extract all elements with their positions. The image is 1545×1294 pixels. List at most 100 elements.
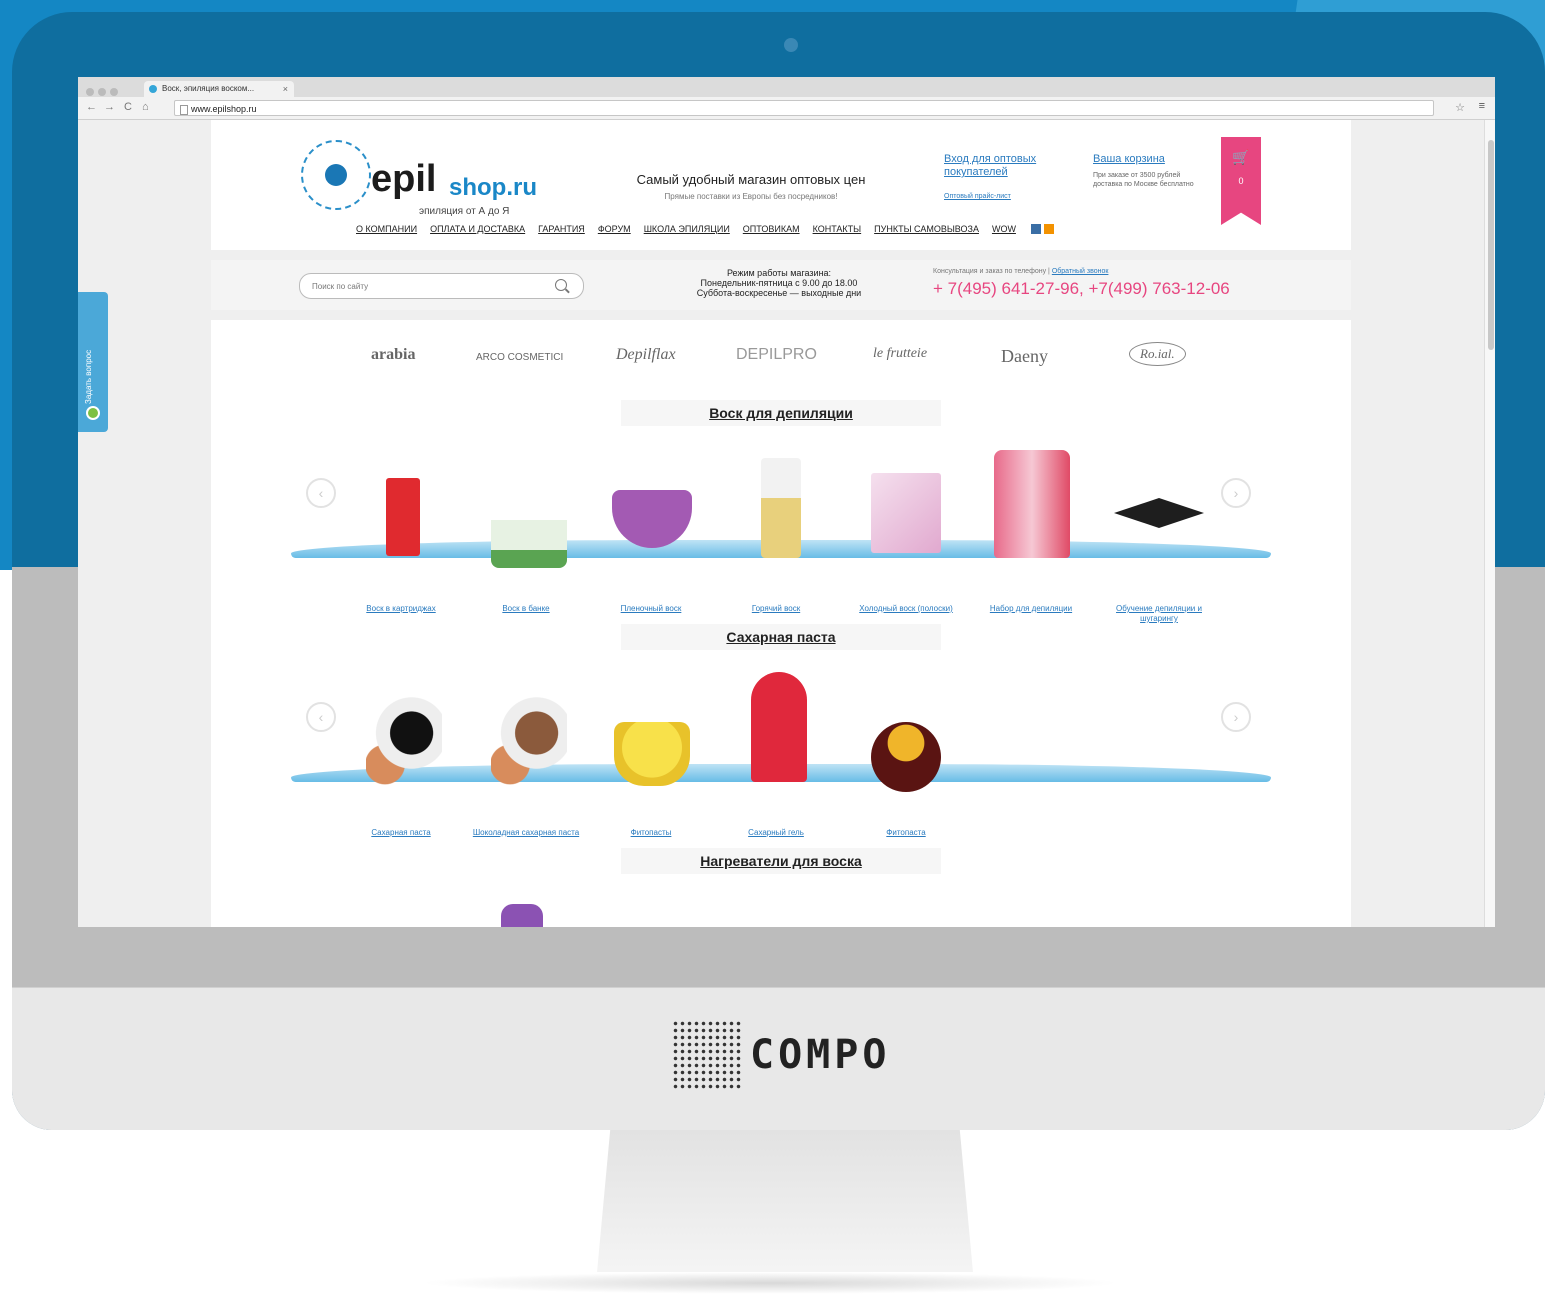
address-bar[interactable]: www.epilshop.ru (174, 100, 1434, 116)
browser-tab[interactable]: Воск, эпиляция воском... × (144, 81, 294, 97)
scroll-thumb[interactable] (1488, 140, 1494, 350)
prev-arrow-icon[interactable]: ‹ (306, 702, 336, 732)
brand-daeny[interactable]: Daeny (1001, 346, 1048, 367)
next-arrow-icon[interactable]: › (1221, 702, 1251, 732)
nav-wholesale[interactable]: ОПТОВИКАМ (743, 224, 800, 234)
product-image (366, 697, 442, 787)
brand-strip: arabia ARCO COSMETICI Depilflax DEPILPRO… (211, 320, 1351, 410)
home-button[interactable]: ⌂ (142, 101, 149, 113)
product-label[interactable]: Фитопасты (596, 828, 706, 838)
product-image (871, 722, 941, 792)
wholesale-price-link[interactable]: Оптовый прайс-лист (944, 193, 1074, 200)
search-icon[interactable] (555, 279, 567, 291)
callback-link[interactable]: Обратный звонок (1052, 268, 1109, 275)
nav-payment[interactable]: ОПЛАТА И ДОСТАВКА (430, 224, 525, 234)
product-image (871, 473, 941, 553)
main-nav: О КОМПАНИИ ОПЛАТА И ДОСТАВКА ГАРАНТИЯ ФО… (356, 224, 1256, 234)
site-header: epil shop.ru эпиляция от А до Я Самый уд… (211, 120, 1351, 250)
favicon-icon (149, 85, 157, 93)
brand-lefrutteie[interactable]: le frutteie (873, 346, 927, 362)
compo-logo: COMPO (672, 1020, 890, 1090)
reload-button[interactable]: C (124, 101, 132, 113)
working-hours: Режим работы магазина: Понедельник-пятни… (629, 268, 929, 298)
product-label[interactable]: Пленочный воск (596, 604, 706, 614)
logo-tagline: эпиляция от А до Я (419, 206, 510, 217)
wholesale-login-link[interactable]: Вход для оптовых покупателей (944, 153, 1074, 179)
product-label[interactable]: Сахарный гель (721, 828, 831, 838)
product-image (491, 697, 567, 787)
tab-title: Воск, эпиляция воском... (162, 84, 255, 93)
brand-depilpro[interactable]: DEPILPRO (736, 346, 817, 364)
hours-weekdays: Понедельник-пятница с 9.00 до 18.00 (700, 278, 858, 288)
logo-flower-icon (301, 140, 371, 210)
browser-menu-icon[interactable]: ≡ (1479, 100, 1485, 112)
product-image (761, 458, 801, 558)
page-scrollbar[interactable] (1484, 120, 1495, 927)
window-controls[interactable] (86, 83, 136, 96)
nav-about[interactable]: О КОМПАНИИ (356, 224, 417, 234)
nav-forum[interactable]: ФОРУМ (598, 224, 631, 234)
logo-domain-text: shop.ru (449, 174, 537, 201)
product-label[interactable]: Обучение депиляции и шугарингу (1104, 604, 1214, 624)
web-page: Задать вопрос epil shop.ru эпиляция от А… (78, 120, 1495, 927)
product-image (614, 722, 690, 786)
slogan: Самый удобный магазин оптовых цен Прямые… (611, 172, 891, 201)
close-tab-icon[interactable]: × (283, 81, 288, 97)
prev-arrow-icon[interactable]: ‹ (306, 478, 336, 508)
compo-logo-text: COMPO (750, 1032, 891, 1078)
forward-button[interactable]: → (104, 101, 115, 113)
product-label[interactable]: Шоколадная сахарная паста (471, 828, 581, 838)
nav-school[interactable]: ШКОЛА ЭПИЛЯЦИИ (644, 224, 730, 234)
graduation-cap-icon (1114, 498, 1204, 528)
monitor-chin: COMPO (12, 987, 1545, 1130)
product-label[interactable]: Холодный воск (полоски) (851, 604, 961, 614)
next-arrow-icon[interactable]: › (1221, 478, 1251, 508)
cart-info: Ваша корзина При заказе от 3500 рублей д… (1093, 153, 1203, 189)
ask-question-tab[interactable]: Задать вопрос (78, 292, 108, 432)
vk-icon[interactable] (1030, 224, 1041, 234)
search-input[interactable]: Поиск по сайту (299, 273, 584, 299)
brand-arco[interactable]: ARCO COSMETICI (476, 352, 563, 363)
product-label[interactable]: Горячий воск (721, 604, 831, 614)
nav-guarantee[interactable]: ГАРАНТИЯ (538, 224, 585, 234)
nav-pickup[interactable]: ПУНКТЫ САМОВЫВОЗА (874, 224, 979, 234)
section-title-sugar-paste[interactable]: Сахарная паста (621, 624, 941, 650)
cart-badge[interactable]: 🛒 0 (1221, 137, 1261, 225)
nav-wow[interactable]: WOW (992, 224, 1016, 234)
search-placeholder: Поиск по сайту (312, 282, 369, 291)
browser-window: Воск, эпиляция воском... × ← → C ⌂ www.e… (78, 77, 1495, 927)
hours-weekend: Суббота-воскресенье — выходные дни (696, 288, 862, 298)
product-image (491, 508, 567, 568)
section-heaters: Нагреватели для воска (211, 848, 1351, 927)
product-label[interactable]: Воск в картриджах (346, 604, 456, 614)
product-label[interactable]: Воск в банке (471, 604, 581, 614)
logo-main-text: epil (371, 158, 437, 200)
odnoklassniki-icon[interactable] (1043, 224, 1054, 234)
section-title-wax[interactable]: Воск для депиляции (621, 400, 941, 426)
monitor-stand-base (420, 1272, 1120, 1294)
contact-block: Консультация и заказ по телефону | Обрат… (933, 268, 1273, 299)
info-bar: Поиск по сайту Режим работы магазина: По… (211, 260, 1351, 310)
cart-icon: 🛒 (1232, 149, 1250, 165)
cart-link[interactable]: Ваша корзина (1093, 153, 1203, 165)
site-logo[interactable]: epil shop.ru эпиляция от А до Я (301, 130, 571, 220)
brand-roial[interactable]: Ro.ial. (1129, 342, 1186, 366)
product-label[interactable]: Сахарная паста (346, 828, 456, 838)
url-text: www.epilshop.ru (191, 104, 257, 114)
section-title-heaters[interactable]: Нагреватели для воска (621, 848, 941, 874)
product-image (751, 672, 807, 782)
product-label[interactable]: Набор для депиляции (976, 604, 1086, 614)
product-label[interactable]: Фитопаста (851, 828, 961, 838)
back-button[interactable]: ← (86, 101, 97, 113)
section-sugar-paste: Сахарная паста ‹ › Сахарная паста Шокола… (211, 624, 1351, 858)
phone-numbers: + 7(495) 641-27-96, +7(499) 763-12-06 (933, 279, 1230, 298)
brand-depilflax[interactable]: Depilflax (616, 346, 676, 364)
cart-count: 0 (1238, 176, 1244, 186)
product-image (501, 904, 543, 927)
page-container: epil shop.ru эпиляция от А до Я Самый уд… (211, 120, 1351, 927)
camera-icon (784, 38, 798, 52)
brand-arabia[interactable]: arabia (371, 346, 415, 364)
bookmark-star-icon[interactable]: ☆ (1455, 101, 1465, 114)
nav-contacts[interactable]: КОНТАКТЫ (813, 224, 862, 234)
ask-question-label: Задать вопрос (84, 349, 93, 404)
